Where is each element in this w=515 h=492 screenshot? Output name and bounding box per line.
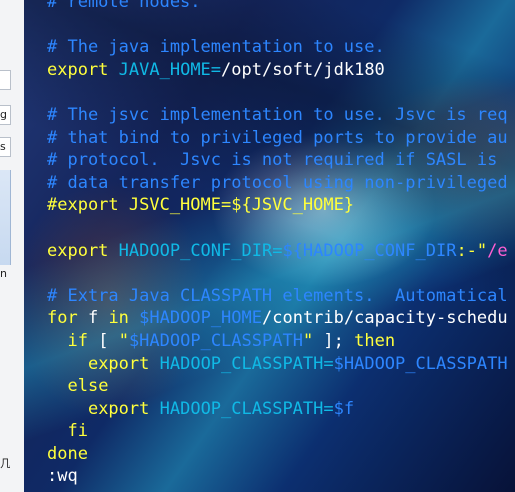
code-token: export xyxy=(47,59,109,80)
code-line: #export JSVC_HOME=${JSVC_HOME} xyxy=(47,194,508,217)
code-token: /opt/soft/jdk180 xyxy=(221,59,385,80)
code-token: in xyxy=(108,308,129,329)
code-token: # Extra Java CLASSPATH elements. Automat… xyxy=(47,285,508,306)
code-line: else xyxy=(47,375,508,398)
adjacent-field[interactable] xyxy=(0,70,11,90)
code-token: f xyxy=(77,308,109,329)
code-token: fi xyxy=(67,421,88,442)
adjacent-field[interactable]: s xyxy=(0,137,11,157)
adjacent-selection xyxy=(0,170,11,265)
vim-editor-buffer[interactable]: # remote nodes. # The java implementation… xyxy=(47,0,508,488)
code-token: else xyxy=(67,376,109,397)
code-token: [ xyxy=(87,330,119,351)
code-line: done xyxy=(47,443,508,466)
code-token: ${HADOOP_CONF_DIR xyxy=(282,240,457,261)
code-line: export HADOOP_CLASSPATH=$HADOOP_CLASSPAT… xyxy=(47,353,508,376)
code-token: " xyxy=(118,330,129,351)
code-token: done xyxy=(47,443,88,464)
code-line: export HADOOP_CONF_DIR=${HADOOP_CONF_DIR… xyxy=(47,240,508,263)
code-line: :wq xyxy=(47,465,508,488)
adjacent-window-strip: g s n 几 xyxy=(0,0,25,492)
terminal-window[interactable]: # remote nodes. # The java implementation… xyxy=(24,0,515,492)
code-line: # The jsvc implementation to use. Jsvc i… xyxy=(47,104,508,127)
code-line: export HADOOP_CLASSPATH=$f xyxy=(47,398,508,421)
code-token: # remote nodes. xyxy=(47,0,201,12)
code-token: HADOOP_CLASSPATH= xyxy=(159,353,334,374)
adjacent-label: s xyxy=(0,141,6,153)
code-token: export xyxy=(87,398,150,419)
code-token: " xyxy=(302,330,314,351)
code-token: :wq xyxy=(47,466,78,487)
code-line: # protocol. Jsvc is not required if SASL… xyxy=(47,149,508,172)
code-token: $f xyxy=(333,398,355,419)
code-token: $HADOOP_CLASSPATH xyxy=(128,330,303,351)
code-token: /contrib/capacity-schedu xyxy=(262,308,508,329)
code-token: # The java implementation to use. xyxy=(47,37,385,58)
adjacent-label: n xyxy=(0,268,7,280)
code-token: for xyxy=(47,308,78,329)
code-line: if [ "$HADOOP_CLASSPATH" ]; then xyxy=(47,330,508,353)
code-token: if xyxy=(67,330,88,351)
code-token: $HADOOP_CLASSPATH xyxy=(333,353,508,374)
code-line: # The java implementation to use. xyxy=(47,36,508,59)
code-line: # that bind to privileged ports to provi… xyxy=(47,127,508,150)
code-token: export xyxy=(87,353,150,374)
code-token: ]; xyxy=(313,330,355,351)
code-token: # data transfer protocol using non-privi… xyxy=(47,172,508,193)
code-token: HADOOP_CLASSPATH= xyxy=(159,398,334,419)
adjacent-label: g xyxy=(0,109,7,121)
code-token: export xyxy=(47,240,109,261)
code-line: # data transfer protocol using non-privi… xyxy=(47,172,508,195)
code-line: fi xyxy=(47,420,508,443)
code-token: HADOOP_CONF_DIR= xyxy=(118,240,283,261)
code-token: $HADOOP_HOME xyxy=(139,308,262,329)
adjacent-label: 几 xyxy=(0,458,10,470)
adjacent-field[interactable]: g xyxy=(0,105,11,125)
code-token: then xyxy=(354,330,396,351)
code-token: # protocol. Jsvc is not required if SASL… xyxy=(47,150,508,171)
code-token: # that bind to privileged ports to provi… xyxy=(47,127,508,148)
code-token: :-" xyxy=(456,240,488,261)
code-token: /e xyxy=(487,240,508,261)
code-token: # The jsvc implementation to use. Jsvc i… xyxy=(47,104,508,125)
code-line: for f in $HADOOP_HOME/contrib/capacity-s… xyxy=(47,307,508,330)
code-token: #export JSVC_HOME=${JSVC_HOME} xyxy=(47,195,355,216)
code-line: # Extra Java CLASSPATH elements. Automat… xyxy=(47,285,508,308)
code-line: # remote nodes. xyxy=(47,0,508,14)
code-token: JAVA_HOME= xyxy=(118,59,222,80)
code-line: export JAVA_HOME=/opt/soft/jdk180 xyxy=(47,59,508,82)
